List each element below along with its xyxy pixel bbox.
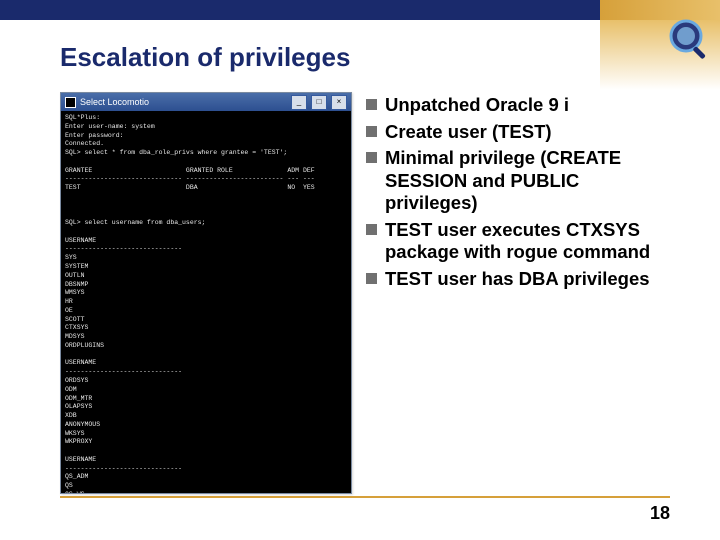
bullet-text: TEST user executes CTXSYS package with r…: [385, 219, 670, 264]
corner-decoration: [600, 20, 720, 90]
bullet-text: Unpatched Oracle 9 i: [385, 94, 569, 117]
bullet-text: Create user (TEST): [385, 121, 552, 144]
bullet-marker-icon: [366, 224, 377, 235]
bullet-marker-icon: [366, 99, 377, 110]
bullet-marker-icon: [366, 126, 377, 137]
minimize-button[interactable]: _: [291, 95, 307, 110]
bullet-item: Unpatched Oracle 9 i: [366, 94, 670, 117]
bullet-marker-icon: [366, 273, 377, 284]
bullet-item: Minimal privilege (CREATE SESSION and PU…: [366, 147, 670, 215]
terminal-output: SQL*Plus: Enter user-name: system Enter …: [61, 111, 351, 493]
bullet-text: Minimal privilege (CREATE SESSION and PU…: [385, 147, 670, 215]
magnifier-icon: [664, 14, 714, 64]
bullet-item: TEST user executes CTXSYS package with r…: [366, 219, 670, 264]
bullet-text: TEST user has DBA privileges: [385, 268, 650, 291]
slide-heading: Escalation of privileges: [60, 42, 350, 73]
maximize-button[interactable]: □: [311, 95, 327, 110]
terminal-title: Select Locomotio: [80, 97, 287, 107]
terminal-icon: [65, 97, 76, 108]
terminal-titlebar: Select Locomotio _ □ ×: [61, 93, 351, 111]
footer-rule: [60, 496, 670, 498]
bullet-marker-icon: [366, 152, 377, 163]
page-number: 18: [650, 503, 670, 524]
close-button[interactable]: ×: [331, 95, 347, 110]
bullet-item: TEST user has DBA privileges: [366, 268, 670, 291]
bullet-list: Unpatched Oracle 9 i Create user (TEST) …: [366, 92, 670, 480]
bullet-item: Create user (TEST): [366, 121, 670, 144]
slide-content: Select Locomotio _ □ × SQL*Plus: Enter u…: [60, 92, 670, 480]
terminal-window: Select Locomotio _ □ × SQL*Plus: Enter u…: [60, 92, 352, 494]
